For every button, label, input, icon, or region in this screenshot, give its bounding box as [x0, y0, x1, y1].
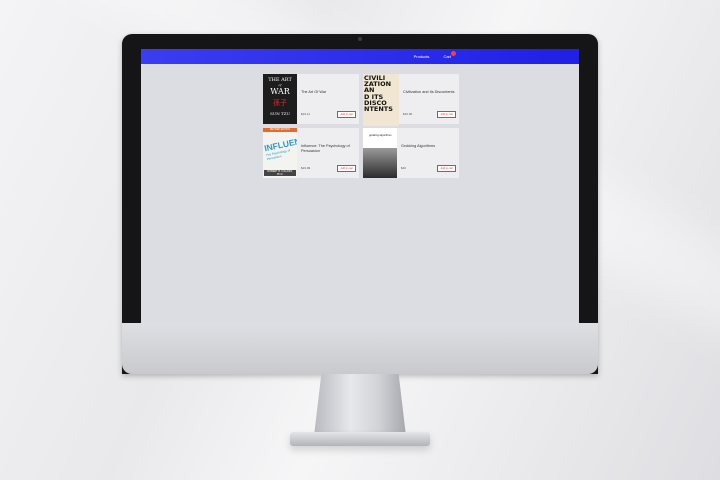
- cover-photo: [363, 148, 397, 178]
- screen: Products Cart THE ART of WAR 孫子 SUN TZU …: [141, 49, 579, 323]
- product-price: $19.11: [301, 112, 310, 116]
- product-cover-image: REVISED EDITION INFLUENCE The Psychology…: [263, 128, 297, 178]
- product-card: CIVILI ZATION AN D ITS DISCO NTENTS Civi…: [363, 74, 459, 126]
- monitor-stand-base: [290, 432, 430, 446]
- cover-text: WAR: [270, 87, 290, 96]
- product-grid: THE ART of WAR 孫子 SUN TZU The Art Of War…: [263, 74, 459, 178]
- nav-cart-label: Cart: [443, 54, 451, 59]
- nav-cart-link[interactable]: Cart: [443, 51, 456, 59]
- product-card: THE ART of WAR 孫子 SUN TZU The Art Of War…: [263, 74, 359, 124]
- add-to-cart-button[interactable]: Add to cart: [437, 111, 456, 118]
- product-card-body: Grokking Algorithms $40 Add to cart: [397, 128, 459, 178]
- product-card: REVISED EDITION INFLUENCE The Psychology…: [263, 128, 359, 178]
- product-card: grokking algorithms Grokking Algorithms …: [363, 128, 459, 178]
- product-cover-image: THE ART of WAR 孫子 SUN TZU: [263, 74, 297, 124]
- add-to-cart-button[interactable]: Add to cart: [437, 165, 456, 172]
- product-price: $19.99: [301, 166, 311, 170]
- webcam: [358, 37, 362, 41]
- cover-text: SUN TZU: [270, 111, 290, 116]
- add-to-cart-button[interactable]: Add to cart: [337, 165, 356, 172]
- cover-text: ZATION AN: [364, 80, 392, 95]
- add-to-cart-button[interactable]: Add to cart: [337, 111, 356, 118]
- product-price: $40: [401, 166, 407, 170]
- cover-text: REVISED EDITION: [263, 128, 297, 132]
- cover-text: NTENTS: [364, 105, 393, 114]
- product-price: $16.00: [403, 112, 413, 116]
- product-title[interactable]: Civilization and Its Discontents: [403, 90, 455, 95]
- cover-text: grokking algorithms: [369, 134, 392, 137]
- cart-count-badge: [451, 51, 456, 56]
- monitor-stand: [314, 374, 406, 436]
- product-cover-image: CIVILI ZATION AN D ITS DISCO NTENTS: [363, 74, 399, 126]
- navbar: Products Cart: [141, 49, 579, 64]
- nav-products-link[interactable]: Products: [414, 54, 430, 59]
- product-title[interactable]: The Art Of War: [301, 90, 355, 95]
- product-card-body: The Art Of War $19.11 Add to cart: [297, 74, 359, 124]
- cover-text: 孫子: [273, 99, 287, 107]
- product-title[interactable]: Influence: The Psychology of Persuasion: [301, 144, 355, 153]
- monitor-chin: [122, 323, 598, 374]
- product-card-body: Civilization and Its Discontents $16.00 …: [399, 74, 459, 124]
- product-cover-image: grokking algorithms: [363, 128, 397, 178]
- cover-text: ROBERT B. CIALDINI, Ph.D.: [264, 170, 296, 176]
- product-title[interactable]: Grokking Algorithms: [401, 144, 455, 149]
- product-card-body: Influence: The Psychology of Persuasion …: [297, 128, 359, 178]
